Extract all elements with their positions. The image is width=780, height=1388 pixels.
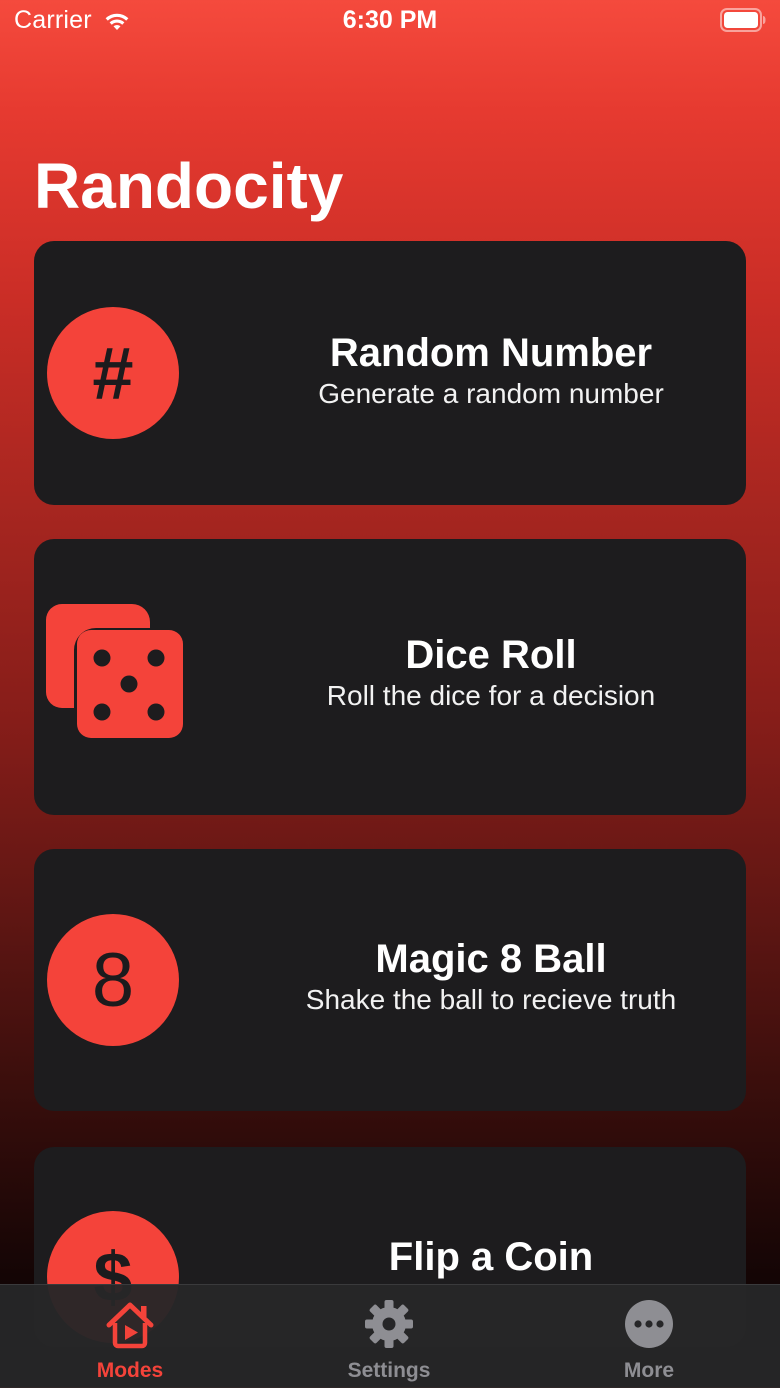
battery-full-icon [720,8,766,32]
status-time: 6:30 PM [342,6,438,34]
dice-icon [46,604,183,738]
tab-label: Modes [96,1359,164,1382]
mode-card-title: Dice Roll [405,633,577,677]
tab-bar: Modes Settings More [0,1284,780,1388]
mode-card-title: Random Number [329,331,653,375]
tab-settings[interactable]: Settings [289,1285,489,1388]
hash-icon: # [47,307,179,439]
mode-card-text: Random Number Generate a random number [246,329,736,411]
mode-card-subtitle: Generate a random number [318,378,664,409]
tab-label: More [623,1359,675,1382]
status-bar: Carrier 6:30 PM [0,0,780,44]
page-title: Randocity [34,150,344,222]
mode-card-text: Magic 8 Ball Shake the ball to recieve t… [246,935,736,1017]
tab-label: Settings [347,1359,431,1382]
mode-card-title: Flip a Coin [388,1235,594,1279]
mode-card-text: Dice Roll Roll the dice for a decision [246,631,736,713]
eight-ball-icon: 8 [47,914,179,1046]
mode-card-subtitle: Roll the dice for a decision [326,680,656,711]
mode-card-dice-roll[interactable]: Dice Roll Roll the dice for a decision [34,539,746,815]
mode-card-title: Magic 8 Ball [375,937,607,981]
mode-card-text: Flip a Coin [246,1233,736,1281]
house-play-icon [106,1302,154,1349]
mode-card-magic-8-ball[interactable]: 8 Magic 8 Ball Shake the ball to recieve… [34,849,746,1111]
tab-modes[interactable]: Modes [30,1285,230,1388]
ellipsis-circle-icon [625,1300,673,1348]
mode-card-subtitle: Shake the ball to recieve truth [305,984,677,1015]
mode-card-random-number[interactable]: # Random Number Generate a random number [34,241,746,505]
gear-icon [365,1300,413,1348]
tab-more[interactable]: More [549,1285,749,1388]
